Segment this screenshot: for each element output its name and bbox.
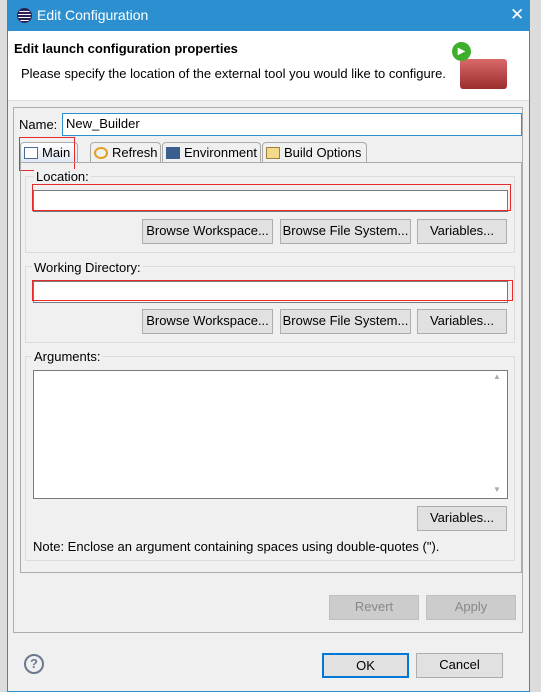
toolbox-icon <box>460 59 507 89</box>
location-input[interactable] <box>33 190 508 212</box>
location-browse-workspace-button[interactable]: Browse Workspace... <box>142 219 273 244</box>
apply-button[interactable]: Apply <box>426 595 516 620</box>
tab-label: Build Options <box>284 145 362 160</box>
close-icon[interactable]: ✕ <box>510 5 524 25</box>
tab-build-options[interactable]: Build Options <box>262 142 367 162</box>
arguments-label: Arguments: <box>32 349 103 364</box>
cancel-button[interactable]: Cancel <box>416 653 503 678</box>
refresh-icon <box>94 147 108 159</box>
header-title: Edit launch configuration properties <box>14 41 238 56</box>
title-bar: Edit Configuration ✕ <box>7 0 530 31</box>
working-directory-label: Working Directory: <box>32 260 143 275</box>
working-directory-input[interactable] <box>33 281 508 303</box>
wd-variables-button[interactable]: Variables... <box>417 309 507 334</box>
ok-button[interactable]: OK <box>322 653 409 678</box>
header-area: Edit launch configuration properties Ple… <box>8 31 529 101</box>
header-description: Please specify the location of the exter… <box>21 66 446 81</box>
name-label: Name: <box>19 117 58 132</box>
tab-label: Main <box>42 145 71 160</box>
arguments-note: Note: Enclose an argument containing spa… <box>33 539 440 554</box>
run-icon: ▶ <box>452 42 471 61</box>
scroll-down-icon[interactable]: ▼ <box>493 485 501 494</box>
tab-main[interactable]: Main <box>20 142 78 163</box>
help-icon[interactable]: ? <box>24 654 44 674</box>
folder-icon <box>266 147 280 159</box>
tab-label: Environment <box>184 145 257 160</box>
arguments-variables-button[interactable]: Variables... <box>417 506 507 531</box>
window-title: Edit Configuration <box>37 7 149 23</box>
wd-browse-workspace-button[interactable]: Browse Workspace... <box>142 309 273 334</box>
name-input[interactable]: New_Builder <box>62 113 522 136</box>
environment-icon <box>166 147 180 159</box>
location-label: Location: <box>34 169 91 184</box>
tab-refresh[interactable]: Refresh <box>90 142 161 162</box>
tab-label: Refresh <box>112 145 158 160</box>
wd-browse-file-system-button[interactable]: Browse File System... <box>280 309 411 334</box>
location-browse-file-system-button[interactable]: Browse File System... <box>280 219 411 244</box>
tab-environment[interactable]: Environment <box>162 142 261 162</box>
arguments-textarea[interactable] <box>33 370 508 499</box>
location-variables-button[interactable]: Variables... <box>417 219 507 244</box>
revert-button[interactable]: Revert <box>329 595 419 620</box>
eclipse-icon <box>17 8 32 23</box>
main-tab-icon <box>24 147 38 159</box>
scroll-up-icon[interactable]: ▲ <box>493 372 501 381</box>
